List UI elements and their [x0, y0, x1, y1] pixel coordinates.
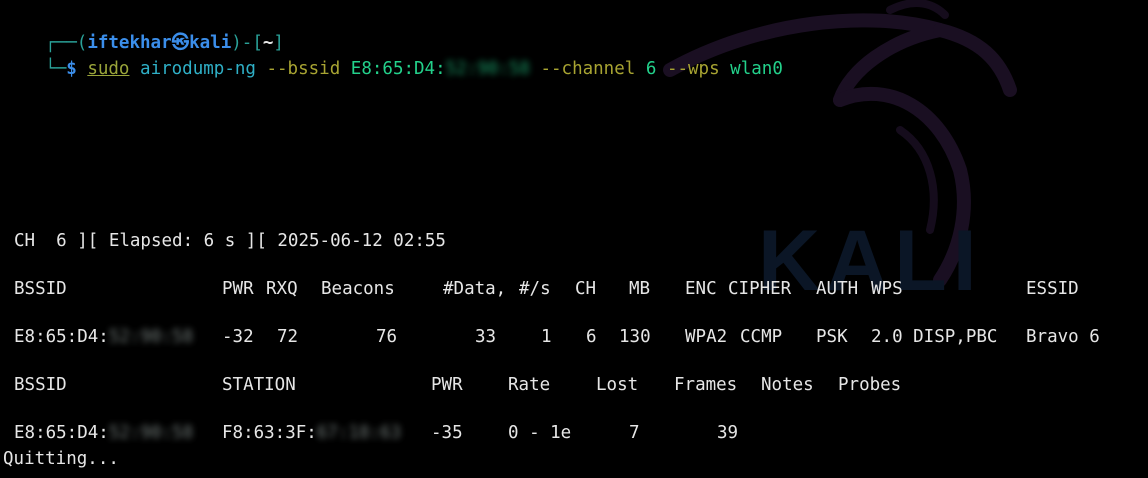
ap-header-cipher: CIPHER: [728, 279, 792, 299]
terminal-window[interactable]: KALI ┌──(iftekhar㉿kali)-[~] └─$ sudo air…: [0, 0, 1148, 478]
ap-header-bssid: BSSID: [14, 279, 67, 299]
ap-header-enc: ENC: [685, 279, 717, 299]
st-bssid-redacted: 52:90:58: [108, 423, 194, 443]
st-bssid: E8:65:D4:52:90:58: [14, 423, 194, 443]
st-lost: 7: [629, 423, 640, 443]
ap-header-pwr: PWR: [222, 279, 254, 299]
cmd-channel-value: 6: [645, 59, 657, 79]
ap-header-beacons: Beacons: [321, 279, 395, 299]
st-header-frames: Frames: [674, 375, 738, 395]
command-line[interactable]: └─$ sudo airodump-ng --bssid E8:65:D4:52…: [3, 36, 783, 79]
cmd-sudo: sudo: [87, 59, 130, 79]
ap-beacons: 76: [376, 327, 398, 347]
ap-per-s: 1: [541, 327, 552, 347]
st-header-pwr: PWR: [431, 375, 463, 395]
ap-table-row[interactable]: E8:65:D4:52:90:58 -32 72 76 33 1 6 130 W…: [0, 326, 1148, 348]
ap-ch: 6: [586, 327, 597, 347]
cmd-interface: wlan0: [730, 59, 783, 79]
cmd-opt-wps: --wps: [666, 59, 720, 79]
prompt-frame-bottom: └─: [45, 59, 67, 79]
ap-auth: PSK: [816, 327, 848, 347]
prompt-line: ┌──(iftekhar㉿kali)-[~]: [3, 10, 284, 53]
ap-data: 33: [475, 327, 497, 347]
ap-header-rxq: RXQ: [266, 279, 298, 299]
st-station-redacted: 67:18:63: [316, 423, 402, 443]
ap-header-ch: CH: [575, 279, 597, 299]
ap-header-essid: ESSID: [1026, 279, 1079, 299]
st-header-station: STATION: [222, 375, 296, 395]
prompt-symbol: $: [66, 59, 77, 79]
st-rate: 0 - 1e: [508, 423, 572, 443]
ap-mb: 130: [619, 327, 651, 347]
ap-cipher: CCMP: [740, 327, 783, 347]
ap-essid: Bravo 6: [1026, 327, 1100, 347]
st-header-rate: Rate: [508, 375, 551, 395]
st-header-notes: Notes: [761, 375, 814, 395]
ap-header-data: #Data,: [443, 279, 507, 299]
ap-header-auth: AUTH: [816, 279, 859, 299]
st-station: F8:63:3F:67:18:63: [222, 423, 402, 443]
quitting-message: Quitting...: [3, 449, 119, 469]
station-table-header: BSSID STATION PWR Rate Lost Frames Notes…: [0, 374, 1148, 396]
st-header-lost: Lost: [596, 375, 639, 395]
ap-rxq: 72: [277, 327, 299, 347]
st-frames: 39: [717, 423, 739, 443]
ap-table-header: BSSID PWR RXQ Beacons #Data, #/s CH MB E…: [0, 278, 1148, 300]
station-table-row[interactable]: E8:65:D4:52:90:58 F8:63:3F:67:18:63 -35 …: [0, 422, 1148, 444]
cmd-program: airodump-ng: [140, 59, 256, 79]
cmd-bssid-value: E8:65:D4:: [350, 59, 446, 79]
st-header-probes: Probes: [838, 375, 902, 395]
ap-bssid: E8:65:D4:52:90:58: [14, 327, 194, 347]
status-line: CH 6 ][ Elapsed: 6 s ][ 2025-06-12 02:55: [14, 231, 446, 251]
st-header-bssid: BSSID: [14, 375, 67, 395]
cmd-opt-bssid: --bssid: [266, 59, 341, 79]
ap-header-per-s: #/s: [519, 279, 551, 299]
ap-enc: WPA2: [685, 327, 728, 347]
cmd-opt-channel: --channel: [540, 59, 636, 79]
ap-wps: 2.0 DISP,PBC: [871, 327, 998, 347]
ap-pwr: -32: [222, 327, 254, 347]
cmd-bssid-redacted: 52:90:58: [445, 59, 530, 79]
ap-header-wps: WPS: [871, 279, 903, 299]
ap-header-mb: MB: [629, 279, 651, 299]
st-pwr: -35: [431, 423, 463, 443]
ap-bssid-redacted: 52:90:58: [108, 327, 194, 347]
